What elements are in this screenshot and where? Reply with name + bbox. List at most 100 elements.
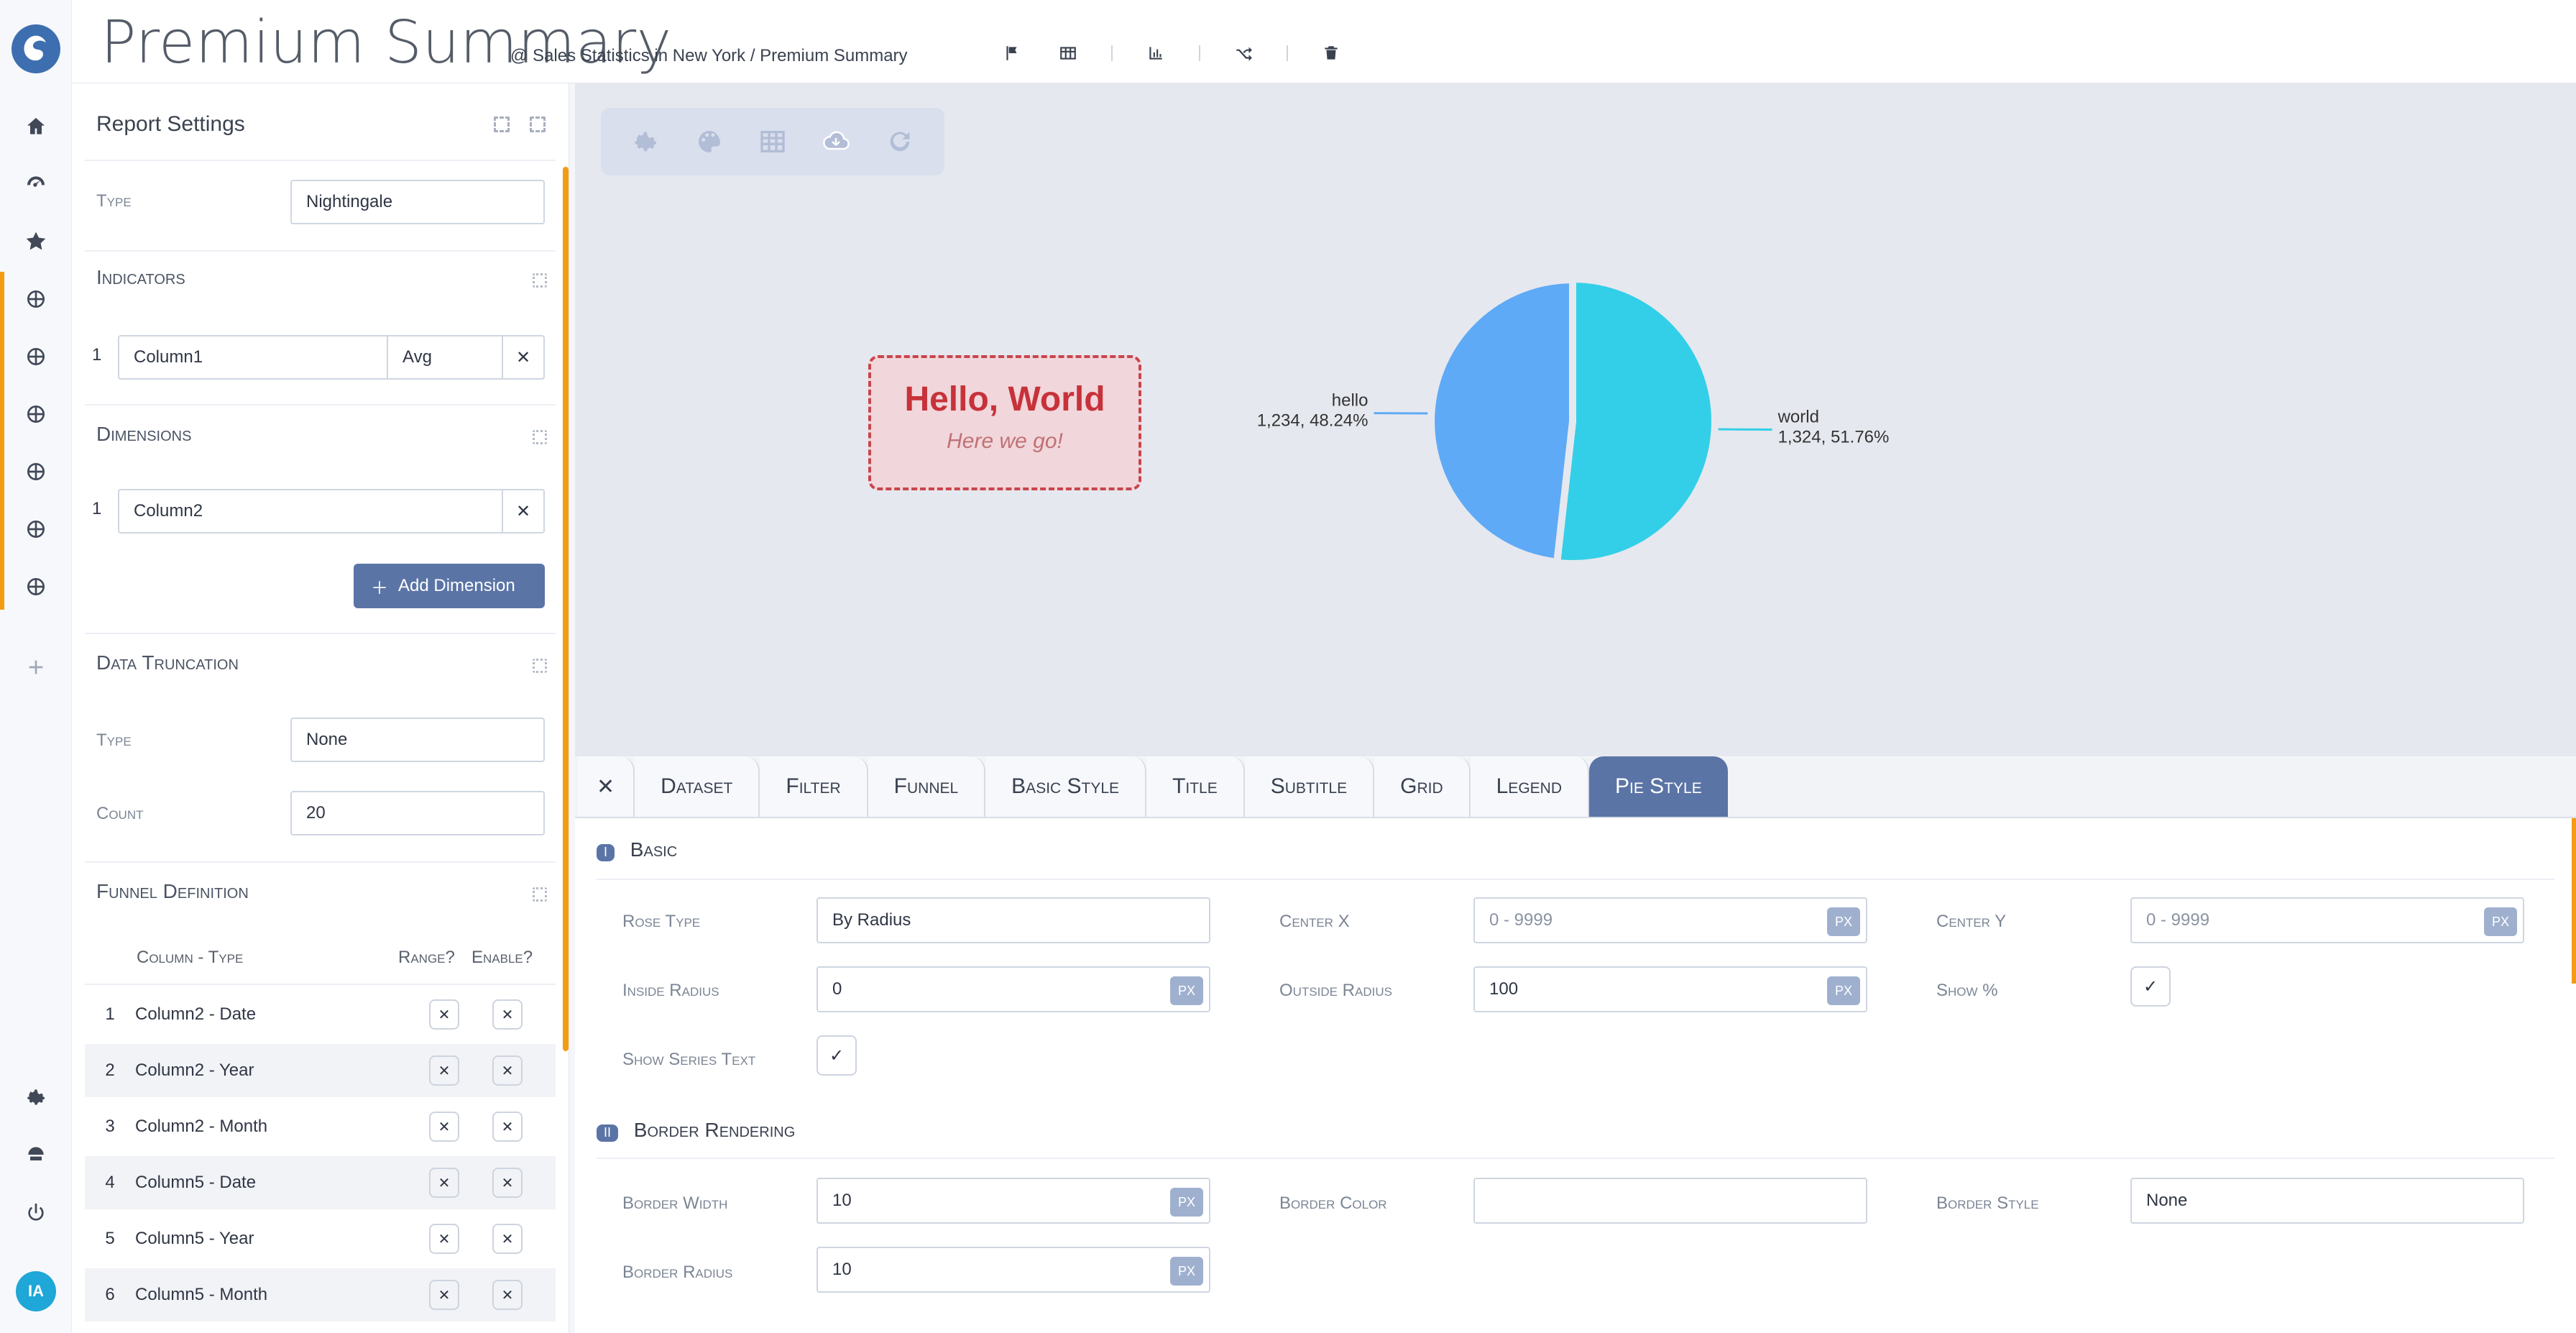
center-x-input[interactable]: 0 - 9999 PX: [1473, 897, 1867, 943]
rose-type-select[interactable]: By Radius: [816, 897, 1210, 943]
toolbar-separator: [1111, 45, 1113, 61]
center-y-input[interactable]: 0 - 9999 PX: [2130, 897, 2524, 943]
border-width-value: 10: [832, 1191, 852, 1210]
swirl-logo-icon: [24, 35, 46, 61]
divider: [85, 250, 556, 252]
tab-dataset[interactable]: Dataset: [635, 756, 760, 817]
rail-active-indicator: [0, 272, 4, 610]
collapse-icon[interactable]: [530, 116, 546, 132]
grip-icon[interactable]: [533, 659, 547, 673]
truncation-type-label: Type: [96, 730, 132, 750]
row-label: Column5 - Date: [135, 1173, 257, 1192]
show-series-text-label: Show Series Text: [622, 1050, 756, 1069]
home-icon[interactable]: [20, 111, 52, 142]
tab-pie-style[interactable]: Pie Style: [1589, 756, 1728, 817]
range-toggle[interactable]: ✕: [429, 1224, 459, 1254]
enable-toggle[interactable]: ✕: [492, 1224, 523, 1254]
grip-icon[interactable]: [533, 430, 547, 444]
app-logo[interactable]: [12, 24, 60, 73]
tab-grid[interactable]: Grid: [1374, 756, 1471, 817]
grip-icon[interactable]: [533, 887, 547, 902]
range-toggle[interactable]: ✕: [429, 1055, 459, 1086]
center-y-label: Center Y: [1936, 912, 2007, 931]
border-radius-value: 10: [832, 1260, 852, 1279]
trash-icon[interactable]: [1318, 40, 1344, 66]
show-percent-checkbox[interactable]: ✓: [2130, 966, 2171, 1007]
outside-radius-input[interactable]: 100 PX: [1473, 966, 1867, 1012]
add-dimension-button[interactable]: ＋ Add Dimension: [354, 564, 545, 608]
row-label: Column2 - Date: [135, 1004, 257, 1024]
pie-label-value: 1,234, 48.24%: [1257, 411, 1368, 431]
border-title: Border Rendering: [633, 1119, 796, 1141]
network-icon[interactable]: [20, 1139, 52, 1171]
bar-chart-icon[interactable]: [1143, 40, 1169, 66]
border-width-input[interactable]: 10 PX: [816, 1178, 1210, 1224]
enable-toggle[interactable]: ✕: [492, 1055, 523, 1086]
expand-icon[interactable]: [494, 116, 510, 132]
truncation-type-select[interactable]: None: [290, 718, 545, 762]
star-icon[interactable]: [20, 226, 52, 257]
tab-legend[interactable]: Legend: [1470, 756, 1589, 817]
funnel-row: 3 Column2 - Month ✕ ✕: [85, 1100, 556, 1153]
show-series-text-checkbox[interactable]: ✓: [816, 1035, 857, 1076]
tab-filter[interactable]: Filter: [760, 756, 868, 817]
add-icon[interactable]: [20, 651, 52, 683]
row-label: Column2 - Year: [135, 1061, 254, 1080]
shuffle-icon[interactable]: [1230, 40, 1256, 66]
range-toggle[interactable]: ✕: [429, 999, 459, 1030]
dimension-index: 1: [92, 499, 102, 518]
divider: [85, 633, 556, 634]
enable-toggle[interactable]: ✕: [492, 1112, 523, 1142]
indicator-aggregation[interactable]: Avg: [387, 335, 503, 380]
px-unit-badge: PX: [1170, 1257, 1203, 1286]
tab-subtitle[interactable]: Subtitle: [1244, 756, 1375, 817]
user-avatar[interactable]: IA: [16, 1271, 56, 1311]
basic-group-title: I Basic: [597, 838, 677, 861]
border-color-input[interactable]: [1473, 1178, 1867, 1224]
inside-radius-input[interactable]: 0 PX: [816, 966, 1210, 1012]
enable-toggle[interactable]: ✕: [492, 999, 523, 1030]
row-index: 1: [105, 1004, 115, 1024]
connection-icon[interactable]: [20, 456, 52, 487]
funnel-row: 5 Column5 - Year ✕ ✕: [85, 1212, 556, 1265]
table-icon[interactable]: [1055, 40, 1081, 66]
range-toggle[interactable]: ✕: [429, 1168, 459, 1198]
power-icon[interactable]: [20, 1196, 52, 1228]
px-unit-badge: PX: [1170, 976, 1203, 1005]
connection-icon[interactable]: [20, 513, 52, 545]
pie-slice-world[interactable]: [1553, 275, 1719, 567]
enable-toggle[interactable]: ✕: [492, 1168, 523, 1198]
tab-funnel[interactable]: Funnel: [868, 756, 986, 817]
divider: [597, 879, 2554, 880]
enable-toggle[interactable]: ✕: [492, 1280, 523, 1310]
dashboard-icon[interactable]: [20, 168, 52, 200]
panel-scroll-accent: [2572, 818, 2576, 984]
grip-icon[interactable]: [533, 273, 547, 288]
tab-title[interactable]: Title: [1146, 756, 1245, 817]
count-input[interactable]: 20: [290, 791, 545, 835]
remove-dimension-button[interactable]: ✕: [503, 489, 545, 533]
border-style-select[interactable]: None: [2130, 1178, 2524, 1224]
indicator-column[interactable]: Column1: [118, 335, 388, 380]
range-toggle[interactable]: ✕: [429, 1112, 459, 1142]
close-tabs-button[interactable]: ✕: [578, 756, 635, 817]
data-truncation-title: Data Truncation: [96, 651, 239, 674]
row-label: Column2 - Month: [135, 1117, 268, 1136]
pie-slice-hello[interactable]: [1427, 276, 1576, 566]
tab-basic-style[interactable]: Basic Style: [985, 756, 1147, 817]
toolbar-separator: [1287, 45, 1288, 61]
header-toolbar: [999, 40, 1344, 66]
toolbar-separator: [1199, 45, 1200, 61]
flag-icon[interactable]: [999, 40, 1025, 66]
connection-icon[interactable]: [20, 571, 52, 603]
connection-icon[interactable]: [20, 341, 52, 372]
connection-icon[interactable]: [20, 398, 52, 430]
range-toggle[interactable]: ✕: [429, 1280, 459, 1310]
settings-gear-icon[interactable]: [20, 1081, 52, 1113]
dimension-column[interactable]: Column2: [118, 489, 503, 533]
border-radius-input[interactable]: 10 PX: [816, 1247, 1210, 1293]
connection-icon[interactable]: [20, 283, 52, 315]
type-select[interactable]: Nightingale: [290, 180, 545, 224]
px-unit-badge: PX: [1170, 1188, 1203, 1217]
remove-indicator-button[interactable]: ✕: [503, 335, 545, 380]
